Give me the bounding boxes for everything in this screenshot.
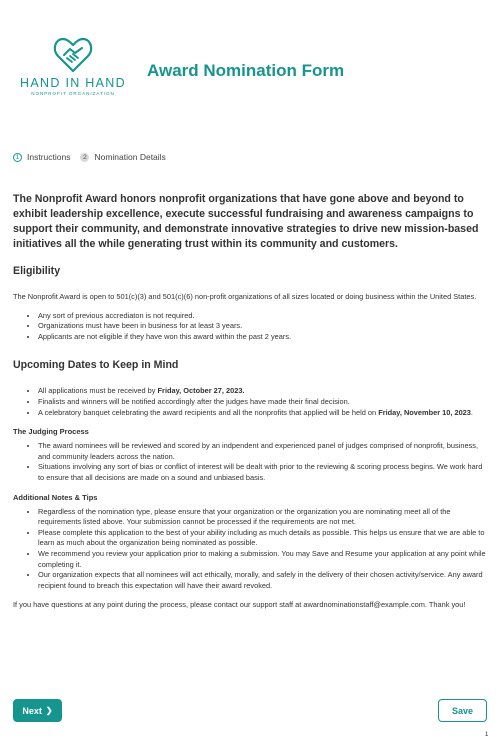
list-item: Any sort of previous accrediaton is not … (38, 311, 487, 322)
list-item: Applicants are not eligible if they have… (38, 332, 487, 343)
next-button[interactable]: Next ❯ (13, 699, 62, 722)
next-button-label: Next (22, 705, 42, 716)
notes-list: Regardless of the nomination type, pleas… (13, 507, 487, 592)
list-item: All applications must be received by Fri… (38, 386, 487, 397)
step-indicator: 1 Instructions 2 Nomination Details (13, 152, 176, 162)
deadline-date: Friday, October 27, 2023. (157, 386, 245, 396)
save-button-label: Save (451, 705, 474, 716)
list-item: Finalists and winners will be notified a… (38, 397, 487, 408)
list-item: Situations involving any sort of bias or… (38, 462, 487, 483)
page-title: Award Nomination Form (147, 61, 345, 80)
banquet-date: Friday, November 10, 2023 (378, 407, 471, 417)
judging-heading: The Judging Process (13, 427, 89, 437)
page-number: 1 (485, 732, 489, 738)
notes-heading: Additional Notes & Tips (13, 492, 98, 502)
step-number: 2 (80, 152, 90, 162)
step-instructions[interactable]: 1 Instructions (13, 152, 70, 162)
dates-heading: Upcoming Dates to Keep in Mind (13, 359, 179, 372)
judging-list: The award nominees will be reviewed and … (13, 441, 487, 483)
list-item: Please complete this application to the … (38, 528, 487, 549)
chevron-right-icon: ❯ (45, 706, 53, 715)
eligibility-heading: Eligibility (13, 265, 61, 277)
step-label: Instructions (27, 152, 71, 162)
save-button[interactable]: Save (438, 699, 487, 722)
list-item: The award nominees will be reviewed and … (38, 441, 487, 462)
list-item: We recommend you review your application… (38, 549, 487, 570)
eligibility-text: The Nonprofit Award is open to 501(c)(3)… (13, 292, 477, 301)
contact-text: If you have questions at any point durin… (13, 600, 466, 610)
list-item-text: . (470, 407, 473, 417)
list-item-text: All applications must be received by (38, 386, 158, 396)
step-number: 1 (13, 152, 22, 162)
eligibility-list: Any sort of previous accrediaton is not … (13, 311, 487, 343)
instructions-content: The Nonprofit Award honors nonprofit org… (13, 192, 487, 619)
header: HAND IN HAND NONPROFIT ORGANIZATION Awar… (0, 0, 500, 120)
step-label: Nomination Details (94, 152, 166, 162)
brand-name: HAND IN HAND (20, 76, 126, 90)
list-item-text: A celebratory banquet celebrating the aw… (38, 407, 379, 417)
brand-logo: HAND IN HAND NONPROFIT ORGANIZATION (18, 36, 128, 96)
list-item: A celebratory banquet celebrating the aw… (38, 408, 487, 419)
list-item: Our organization expects that all nomine… (38, 570, 487, 591)
list-item: Organizations must have been in business… (38, 321, 487, 332)
brand-tagline: NONPROFIT ORGANIZATION (31, 91, 115, 96)
intro-text: The Nonprofit Award honors nonprofit org… (13, 193, 479, 250)
handshake-heart-icon (53, 37, 93, 73)
step-nomination-details[interactable]: 2 Nomination Details (80, 152, 166, 162)
list-item: Regardless of the nomination type, pleas… (38, 507, 487, 528)
dates-list: All applications must be received by Fri… (13, 386, 487, 418)
